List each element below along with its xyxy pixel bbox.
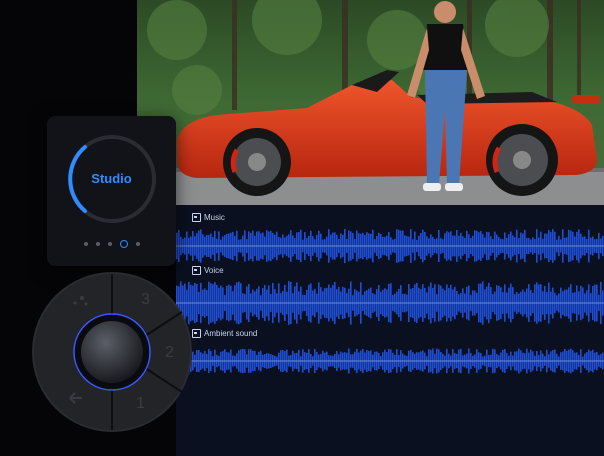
track-label-voice: Voice	[192, 266, 224, 275]
waveform-voice[interactable]	[176, 278, 604, 328]
mode-label: Studio	[91, 171, 132, 186]
track-name: Voice	[204, 266, 224, 275]
pager-dot[interactable]	[83, 242, 88, 246]
track-name: Ambient sound	[204, 329, 258, 338]
dial-segment-3[interactable]: 3	[141, 291, 150, 308]
pager-dot-active[interactable]	[119, 240, 128, 248]
pager-dot[interactable]	[107, 242, 112, 246]
video-frame-image	[137, 0, 604, 205]
waveform-music[interactable]	[176, 225, 604, 267]
dial-center-button[interactable]	[81, 321, 143, 383]
control-dial[interactable]: 3 2 1	[30, 270, 194, 434]
mode-pager[interactable]	[47, 240, 176, 248]
dial-segment-2[interactable]: 2	[165, 344, 174, 361]
dial-segment-1[interactable]: 1	[136, 395, 145, 412]
waveform-ambient[interactable]	[176, 341, 604, 381]
pager-dot[interactable]	[95, 242, 100, 246]
video-preview	[137, 0, 604, 205]
audio-track-panel: Music Voice Ambient sound	[176, 205, 604, 456]
mode-card[interactable]: Studio	[47, 116, 176, 266]
track-label-music: Music	[192, 213, 225, 222]
track-icon	[192, 213, 201, 222]
track-label-ambient: Ambient sound	[192, 329, 257, 338]
track-name: Music	[204, 213, 225, 222]
pager-dot[interactable]	[135, 242, 140, 246]
